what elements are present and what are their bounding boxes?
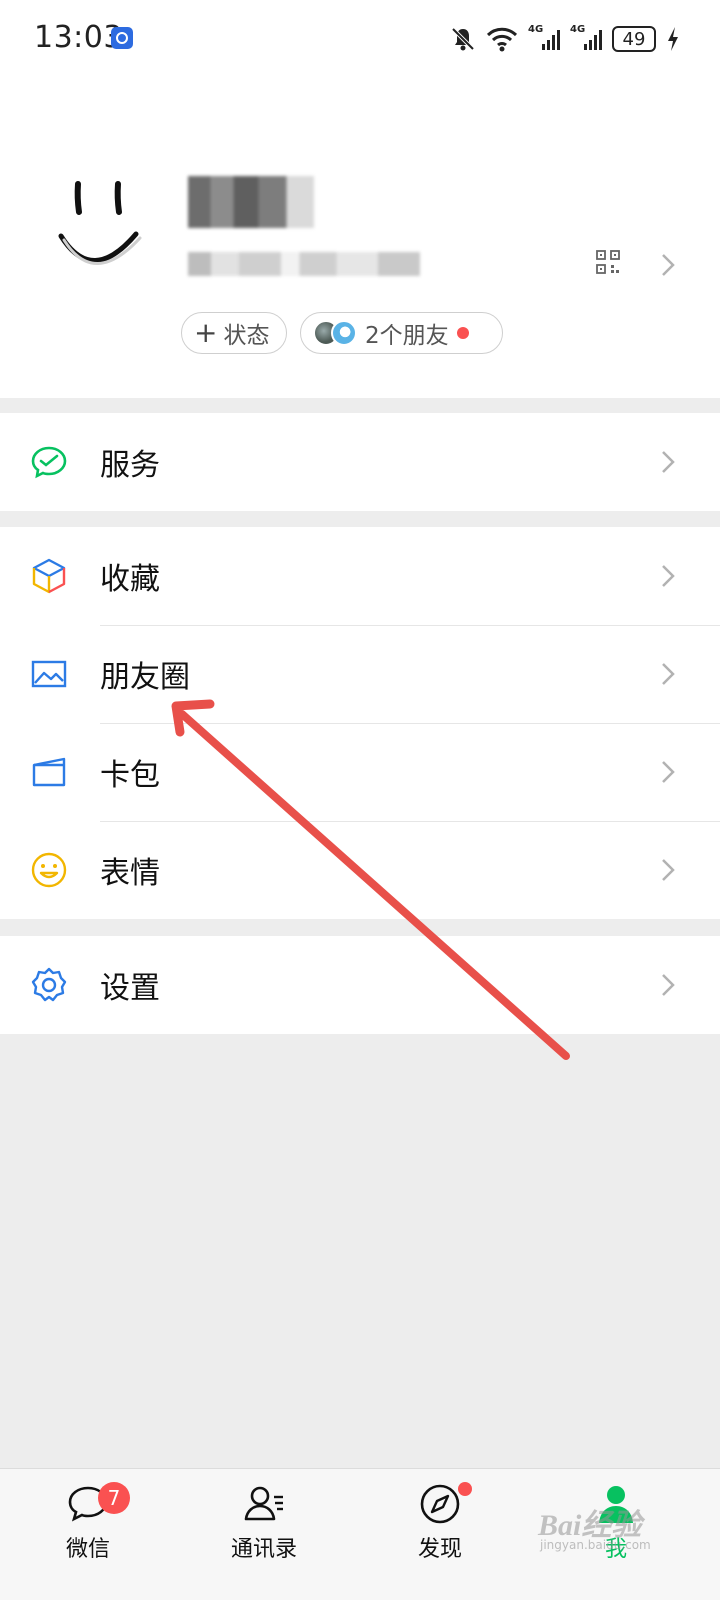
tab-contacts[interactable]: 通讯录	[204, 1469, 324, 1600]
cellular-signal-2-icon: 4G	[570, 24, 602, 50]
moments-image-icon	[31, 660, 67, 688]
wechat-id-redacted	[188, 252, 420, 276]
mute-bell-icon	[451, 27, 475, 51]
status-time: 13:03	[34, 20, 123, 55]
friend-avatar	[331, 320, 357, 346]
menu-item-label: 卡包	[100, 758, 160, 793]
qr-code-icon[interactable]	[596, 250, 620, 274]
wifi-icon	[486, 27, 518, 52]
profile-header[interactable]: + 状态 2个朋友	[0, 80, 720, 398]
chevron-right-icon	[662, 565, 675, 587]
favorites-cube-icon	[32, 558, 66, 594]
menu-item-label: 服务	[100, 448, 160, 483]
menu-item-card-wallet[interactable]: 卡包	[0, 723, 720, 821]
nickname-redacted	[188, 176, 314, 228]
menu-group-main: 收藏 朋友圈 卡包 表情	[0, 527, 720, 919]
contacts-icon	[244, 1486, 283, 1521]
tab-discover[interactable]: 发现	[380, 1469, 500, 1600]
wechat-pay-icon	[31, 446, 67, 479]
chevron-right-icon	[662, 254, 675, 276]
cellular-signal-1-icon: 4G	[528, 24, 560, 50]
plus-icon: +	[194, 316, 218, 349]
menu-group-settings: 设置	[0, 936, 720, 1034]
card-wallet-icon	[32, 757, 66, 787]
unread-dot	[456, 327, 469, 339]
tab-label: 微信	[65, 1537, 110, 1562]
status-bar: 13:03 4G 4G 49	[0, 0, 720, 80]
sticker-smile-icon	[31, 852, 67, 888]
network-type-label: 4G	[570, 24, 586, 35]
menu-item-label: 设置	[100, 971, 160, 1006]
status-label: 状态	[223, 323, 270, 349]
menu-item-moments[interactable]: 朋友圈	[0, 625, 720, 723]
tab-label: 通讯录	[230, 1537, 297, 1562]
charging-bolt-icon	[668, 27, 678, 51]
chevron-right-icon	[662, 974, 675, 996]
tab-chats[interactable]: 微信	[28, 1469, 148, 1600]
unread-badge: 7	[98, 1482, 130, 1514]
menu-item-settings[interactable]: 设置	[0, 936, 720, 1034]
friends-status-button[interactable]: 2个朋友	[300, 312, 503, 354]
menu-group-services: 服务	[0, 413, 720, 511]
chevron-right-icon	[662, 451, 675, 473]
menu-item-stickers[interactable]: 表情	[0, 821, 720, 919]
network-type-label: 4G	[528, 24, 544, 35]
chevron-right-icon	[662, 761, 675, 783]
menu-item-label: 表情	[100, 856, 160, 891]
discover-red-dot	[458, 1482, 472, 1496]
chevron-right-icon	[662, 859, 675, 881]
friends-count-label: 2个朋友	[365, 323, 449, 349]
avatar[interactable]	[52, 176, 148, 276]
menu-item-label: 朋友圈	[100, 660, 190, 695]
add-status-button[interactable]: + 状态	[181, 312, 287, 354]
tab-label: 发现	[417, 1537, 462, 1562]
settings-gear-icon	[31, 967, 67, 1002]
download-notification-icon	[111, 27, 133, 49]
battery-indicator: 49	[612, 26, 656, 52]
menu-item-label: 收藏	[100, 562, 160, 597]
menu-item-services[interactable]: 服务	[0, 413, 720, 511]
chevron-right-icon	[662, 663, 675, 685]
compass-icon	[420, 1484, 460, 1524]
menu-item-favorites[interactable]: 收藏	[0, 527, 720, 625]
watermark-url: jingyan.baidu.com	[540, 1538, 651, 1552]
status-icons: 4G 4G 49	[450, 22, 680, 56]
